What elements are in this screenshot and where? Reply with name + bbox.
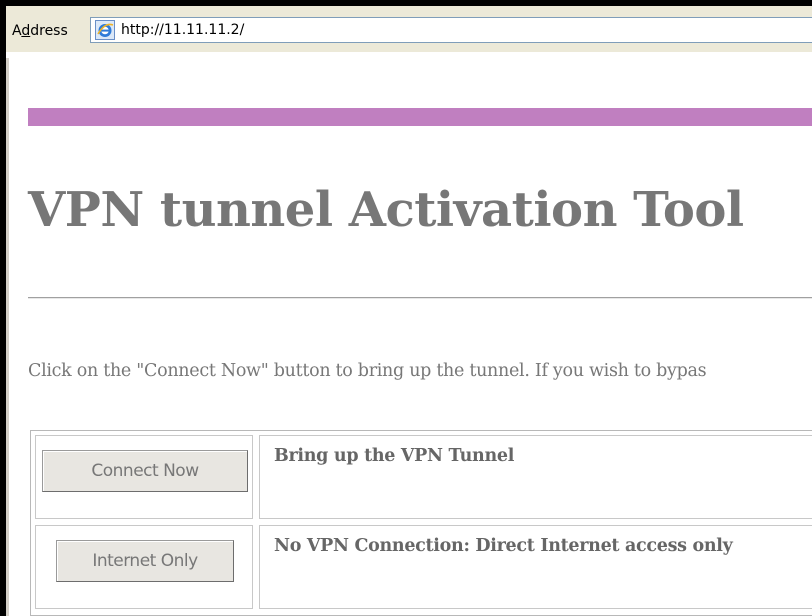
connect-button-cell: Connect Now: [35, 435, 253, 519]
toolbar-separator: [6, 52, 812, 63]
internet-explorer-icon: [95, 20, 115, 40]
url-text[interactable]: http://11.11.11.2/: [121, 22, 244, 38]
connect-description: Bring up the VPN Tunnel: [274, 446, 515, 466]
connect-now-button[interactable]: Connect Now: [42, 450, 248, 492]
connect-description-cell: Bring up the VPN Tunnel: [259, 435, 812, 519]
url-field[interactable]: http://11.11.11.2/: [90, 17, 812, 43]
browser-window: Address http://11.11.11.2/ VPN tunnel Ac…: [6, 6, 812, 616]
internet-only-description: No VPN Connection: Direct Internet acces…: [274, 536, 733, 556]
internet-only-description-cell: No VPN Connection: Direct Internet acces…: [259, 525, 812, 609]
address-bar: Address http://11.11.11.2/: [6, 6, 812, 53]
internet-only-button[interactable]: Internet Only: [56, 540, 234, 582]
window-left-edge: [6, 58, 9, 616]
internet-only-button-cell: Internet Only: [35, 525, 253, 609]
page-title: VPN tunnel Activation Tool: [28, 182, 744, 238]
header-accent-bar: [28, 108, 812, 126]
instructions-text: Click on the "Connect Now" button to bri…: [28, 361, 707, 381]
address-label: Address: [12, 23, 68, 39]
options-table: Connect Now Bring up the VPN Tunnel Inte…: [30, 430, 812, 616]
horizontal-rule: [28, 297, 812, 299]
